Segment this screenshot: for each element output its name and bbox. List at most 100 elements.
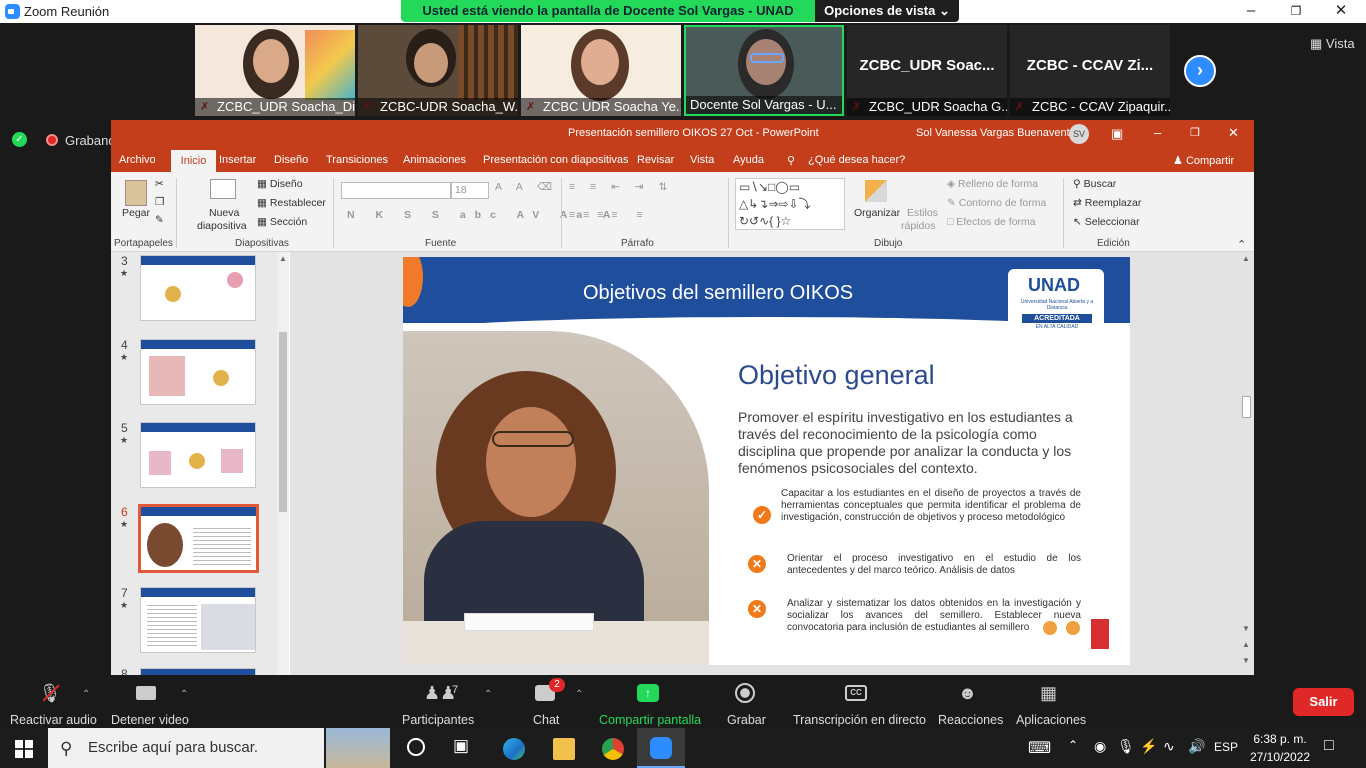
tab-ayuda[interactable]: Ayuda xyxy=(733,154,764,166)
maximize-icon[interactable]: ❐ xyxy=(1285,2,1307,20)
section-button[interactable]: ▦ Sección xyxy=(257,216,307,228)
slide-thumbnail-selected[interactable] xyxy=(138,504,259,573)
participant-tile[interactable]: ZCBC - CCAV Zi... ✗ ZCBC - CCAV Zipaquir… xyxy=(1010,25,1170,116)
tab-revisar[interactable]: Revisar xyxy=(637,154,674,166)
clock-date[interactable]: 27/10/2022 xyxy=(1249,750,1311,764)
chevron-up-icon[interactable]: ⌃ xyxy=(82,689,90,700)
participant-tile-active[interactable]: Docente Sol Vargas - U... xyxy=(684,25,844,116)
participants-button[interactable]: Participantes xyxy=(402,713,474,727)
scroll-up-icon[interactable]: ▲ xyxy=(279,254,287,263)
chrome-icon[interactable] xyxy=(602,738,624,760)
slide-thumbnail[interactable] xyxy=(140,255,256,321)
scrollbar-thumb[interactable] xyxy=(1242,396,1251,418)
paste-icon[interactable] xyxy=(125,180,147,206)
share-screen-icon[interactable]: ↑ xyxy=(637,684,659,702)
search-highlight-image[interactable] xyxy=(326,728,390,768)
slide-canvas[interactable]: Objetivos del semillero OIKOS UNAD Unive… xyxy=(403,257,1130,665)
quick-styles-label-2[interactable]: rápidos xyxy=(901,220,935,232)
camera-icon[interactable]: ◉ xyxy=(1094,738,1106,755)
shape-fill-button[interactable]: ◈ Relleno de forma xyxy=(947,178,1038,190)
next-slide-icon[interactable]: ▼ xyxy=(1242,656,1250,665)
find-button[interactable]: ⚲ Buscar xyxy=(1073,178,1116,190)
select-button[interactable]: ↖ Seleccionar xyxy=(1073,216,1140,228)
participant-tile[interactable]: ✗ ZCBC_UDR Soacha_Di... xyxy=(195,25,355,116)
new-slide-icon[interactable] xyxy=(210,179,236,199)
collapse-ribbon-icon[interactable]: ⌃ xyxy=(1237,238,1246,251)
record-button[interactable]: Grabar xyxy=(727,713,766,727)
chat-button[interactable]: Chat xyxy=(533,713,559,727)
share-button[interactable]: ♟ Compartir xyxy=(1173,154,1234,167)
tab-inicio[interactable]: Inicio xyxy=(171,150,216,172)
live-transcript-button[interactable]: Transcripción en directo xyxy=(793,713,926,727)
record-icon[interactable] xyxy=(735,683,755,703)
list-buttons[interactable]: ≡ ≡ ⇤ ⇥ ⇅ xyxy=(569,181,673,193)
scrollbar-thumb[interactable] xyxy=(279,332,287,512)
muted-mic-icon[interactable]: 🎙 xyxy=(38,683,62,704)
thumbnails-scrollbar[interactable]: ▲ xyxy=(277,252,289,675)
shapes-gallery[interactable]: ▭∖↘□◯▭ △↳↴⇒⇨⇩⤵ ↻↺∿{ }☆ xyxy=(735,178,845,230)
tab-vista[interactable]: Vista xyxy=(690,154,714,166)
keyboard-icon[interactable]: ⌨ xyxy=(1028,738,1051,758)
apps-button[interactable]: Aplicaciones xyxy=(1016,713,1086,727)
ribbon-display-icon[interactable]: ▣ xyxy=(1111,126,1123,142)
copy-icon[interactable]: ❐ xyxy=(155,196,164,208)
leave-button[interactable]: Salir xyxy=(1293,688,1354,716)
shield-check-icon[interactable]: ✓ xyxy=(12,132,27,147)
file-explorer-icon[interactable] xyxy=(553,738,575,760)
font-size-input[interactable]: 18 xyxy=(451,182,489,199)
notifications-icon[interactable]: □ xyxy=(1324,737,1334,755)
unmute-button[interactable]: Reactivar audio xyxy=(10,713,97,727)
slide-thumbnail[interactable] xyxy=(140,587,256,653)
align-buttons[interactable]: ≡≡≡≡ ≡ xyxy=(569,209,651,221)
new-slide-label-2[interactable]: diapositiva xyxy=(197,220,247,232)
power-icon[interactable]: ⚡ xyxy=(1140,738,1157,755)
microphone-icon[interactable]: 🎙 xyxy=(1117,738,1135,755)
volume-icon[interactable]: 🔊 xyxy=(1188,738,1205,755)
wifi-icon[interactable]: ∿ xyxy=(1163,738,1175,755)
font-size-buttons[interactable]: A A ⌫ xyxy=(495,181,558,193)
share-screen-button[interactable]: Compartir pantalla xyxy=(599,713,701,727)
shape-outline-button[interactable]: ✎ Contorno de forma xyxy=(947,197,1046,209)
apps-icon[interactable]: ▦ xyxy=(1040,683,1057,704)
emoji-icon[interactable]: ☻ xyxy=(958,683,977,704)
tab-diseno[interactable]: Diseño xyxy=(274,154,308,166)
slide-thumbnail[interactable] xyxy=(140,668,256,675)
participant-tile[interactable]: ZCBC_UDR Soac... ✗ ZCBC_UDR Soacha G... xyxy=(847,25,1007,116)
close-icon[interactable]: ✕ xyxy=(1228,125,1239,141)
closed-caption-icon[interactable]: CC xyxy=(845,685,867,701)
scroll-up-icon[interactable]: ▲ xyxy=(1242,254,1250,263)
quick-styles-label-1[interactable]: Estilos xyxy=(907,207,938,219)
reset-button[interactable]: ▦ Restablecer xyxy=(257,197,326,209)
tab-presentacion[interactable]: Presentación con diapositivas xyxy=(483,154,629,166)
paste-button[interactable]: Pegar xyxy=(122,207,150,219)
tab-transiciones[interactable]: Transiciones xyxy=(326,154,388,166)
reactions-button[interactable]: Reacciones xyxy=(938,713,1003,727)
tab-archivo[interactable]: Archivo xyxy=(119,154,156,166)
user-avatar[interactable]: SV xyxy=(1069,124,1089,144)
chevron-up-icon[interactable]: ⌃ xyxy=(484,689,492,700)
taskbar-search-input[interactable]: Escribe aquí para buscar. xyxy=(48,728,324,768)
tell-me-search[interactable]: ¿Qué desea hacer? xyxy=(808,154,905,166)
view-button[interactable]: ▦ Vista xyxy=(1310,36,1355,52)
next-page-icon[interactable]: › xyxy=(1184,55,1216,87)
zoom-taskbar-button[interactable] xyxy=(637,728,685,768)
arrange-button[interactable]: Organizar xyxy=(854,207,900,219)
maximize-icon[interactable]: ❐ xyxy=(1190,126,1200,139)
prev-slide-icon[interactable]: ▲ xyxy=(1242,640,1250,649)
arrange-icon[interactable] xyxy=(865,180,887,202)
close-icon[interactable]: ✕ xyxy=(1330,2,1352,20)
clock-time[interactable]: 6:38 p. m. xyxy=(1250,732,1310,746)
chevron-up-icon[interactable]: ⌃ xyxy=(180,689,188,700)
minimize-icon[interactable]: – xyxy=(1154,125,1161,140)
show-hidden-icons-icon[interactable]: ⌃ xyxy=(1068,738,1078,752)
new-slide-label-1[interactable]: Nueva xyxy=(209,207,239,219)
font-name-input[interactable] xyxy=(341,182,451,199)
chevron-up-icon[interactable]: ⌃ xyxy=(575,689,583,700)
cortana-icon[interactable] xyxy=(407,738,425,756)
layout-button[interactable]: ▦ Diseño xyxy=(257,178,303,190)
scroll-down-icon[interactable]: ▼ xyxy=(1242,624,1250,633)
video-camera-icon[interactable] xyxy=(136,686,156,700)
slide-thumbnail[interactable] xyxy=(140,422,256,488)
participant-tile[interactable]: ✗ ZCBC UDR Soacha Ye... xyxy=(521,25,681,116)
participant-tile[interactable]: ✗ ZCBC-UDR Soacha_W... xyxy=(358,25,518,116)
